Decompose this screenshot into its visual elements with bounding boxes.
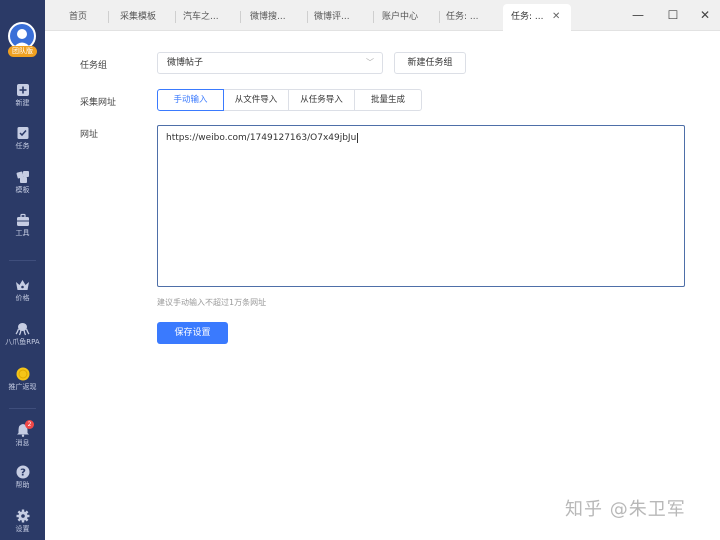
sidebar-item-label: 消息: [15, 439, 30, 447]
tab-divider: [175, 11, 176, 23]
close-icon[interactable]: ✕: [552, 12, 560, 22]
tab-car[interactable]: 汽车之...: [183, 6, 238, 28]
template-icon: [16, 171, 29, 183]
team-edition-badge: 团队版: [8, 46, 37, 57]
sidebar-item-template[interactable]: 模板: [0, 170, 45, 195]
help-icon: ?: [16, 465, 29, 479]
url-source-file[interactable]: 从文件导入: [223, 89, 289, 111]
tab-weibo-comments[interactable]: 微博评...: [314, 6, 369, 28]
tab-task[interactable]: 任务: ...: [446, 6, 501, 28]
text-cursor: [357, 133, 359, 143]
sidebar-item-settings[interactable]: 设置: [0, 509, 45, 534]
plus-square-icon: [16, 84, 29, 96]
tab-divider: [373, 11, 374, 23]
task-group-label: 任务组: [80, 61, 108, 71]
sidebar-item-tools[interactable]: 工具: [0, 213, 45, 238]
tab-account[interactable]: 账户中心: [382, 6, 437, 28]
tab-bar: 首页 采集模板 汽车之... 微博搜... 微博评... 账户中心 任务: ..…: [45, 0, 720, 31]
sidebar-item-pricing[interactable]: 价格: [0, 278, 45, 303]
minimize-icon[interactable]: —: [631, 8, 645, 22]
message-count-badge: 2: [25, 420, 34, 429]
sidebar-item-messages[interactable]: 2 消息: [0, 420, 45, 448]
sidebar-item-label: 推广返现: [8, 383, 37, 391]
user-icon: [10, 24, 34, 48]
url-label: 网址: [80, 130, 99, 140]
task-icon: [17, 127, 28, 139]
save-settings-button[interactable]: 保存设置: [157, 322, 228, 344]
sidebar-item-label: 新建: [15, 99, 30, 107]
watermark: 知乎 @朱卫军: [565, 499, 686, 520]
url-source-manual[interactable]: 手动输入: [157, 89, 224, 111]
tab-templates[interactable]: 采集模板: [120, 6, 176, 28]
tab-divider: [307, 11, 308, 23]
sidebar-item-label: 模板: [15, 186, 30, 194]
maximize-icon[interactable]: ☐: [666, 8, 680, 22]
sidebar: 团队版 新建 任务 模板 工具 价格 八爪鱼RPA 推广返现 2 消息 ? 帮助…: [0, 0, 45, 540]
sidebar-item-label: 设置: [15, 525, 30, 533]
url-source-label: 采集网址: [80, 98, 117, 108]
sidebar-item-label: 价格: [15, 294, 30, 302]
sidebar-item-referral[interactable]: 推广返现: [0, 367, 45, 392]
gear-icon: [16, 509, 29, 523]
tab-task-active[interactable]: 任务: ...: [503, 4, 571, 31]
url-source-task[interactable]: 从任务导入: [288, 89, 355, 111]
task-group-value: 微博帖子: [167, 58, 204, 68]
tab-home[interactable]: 首页: [69, 6, 109, 28]
sidebar-item-label: 帮助: [15, 481, 30, 489]
chevron-down-icon: ﹀: [366, 58, 374, 67]
sidebar-item-new[interactable]: 新建: [0, 83, 45, 108]
tab-weibo-search[interactable]: 微博搜...: [250, 6, 305, 28]
toolbox-icon: [16, 213, 29, 226]
window-close-icon[interactable]: ✕: [698, 8, 712, 22]
sidebar-item-label: 八爪鱼RPA: [5, 338, 40, 346]
sidebar-divider: [9, 408, 36, 409]
crown-icon: [16, 280, 29, 290]
coin-icon: [16, 367, 29, 381]
sidebar-item-label: 工具: [15, 229, 30, 237]
octopus-icon: [15, 323, 30, 336]
url-value: https://weibo.com/1749127163/O7x49jbJu: [166, 133, 357, 143]
sidebar-item-label: 任务: [15, 142, 30, 150]
sidebar-divider: [9, 260, 36, 261]
url-textarea[interactable]: https://weibo.com/1749127163/O7x49jbJu: [157, 125, 685, 287]
svg-text:?: ?: [20, 468, 26, 479]
tab-divider: [439, 11, 440, 23]
sidebar-item-task[interactable]: 任务: [0, 126, 45, 151]
new-task-group-button[interactable]: 新建任务组: [394, 52, 466, 74]
task-group-select[interactable]: 微博帖子 ﹀: [157, 52, 383, 74]
url-hint: 建议手动输入不超过1万条网址: [157, 298, 267, 307]
tab-divider: [108, 11, 109, 23]
sidebar-item-help[interactable]: ? 帮助: [0, 465, 45, 490]
tab-divider: [240, 11, 241, 23]
sidebar-item-rpa[interactable]: 八爪鱼RPA: [0, 322, 45, 347]
url-source-batch[interactable]: 批量生成: [354, 89, 422, 111]
